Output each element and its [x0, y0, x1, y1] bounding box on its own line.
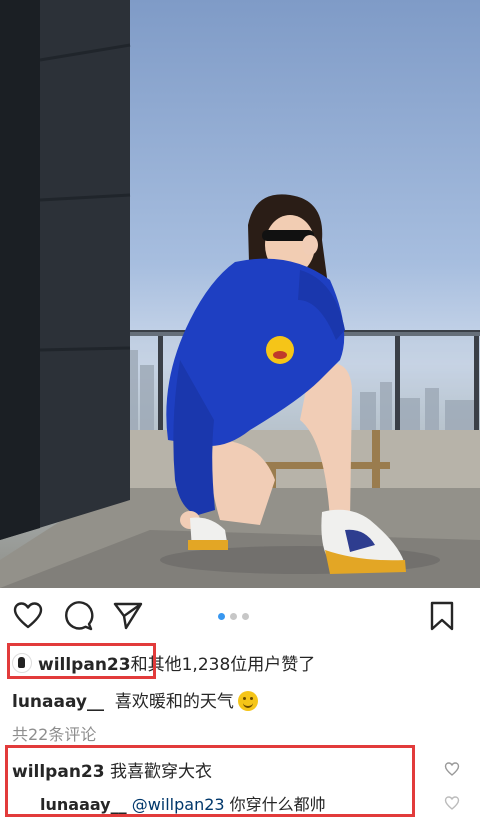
- caption-username[interactable]: lunaaay__: [12, 692, 104, 712]
- post-caption: lunaaay__ 喜欢暖和的天气: [12, 687, 258, 712]
- parapet-wall: [112, 430, 480, 490]
- send-icon[interactable]: [112, 600, 144, 632]
- comment-row: willpan23 我喜歡穿大衣: [12, 757, 212, 782]
- post-action-bar: [0, 596, 480, 636]
- liker-username[interactable]: willpan23: [38, 655, 131, 675]
- bookmark-icon[interactable]: [426, 600, 458, 632]
- smiling-emoji-icon: [237, 691, 258, 711]
- carousel-dot-active: [218, 613, 225, 620]
- photo-illustration: [0, 0, 480, 588]
- reply-like-heart-icon[interactable]: [444, 795, 460, 811]
- post-photo[interactable]: [0, 0, 480, 588]
- comment-icon[interactable]: [62, 600, 94, 632]
- reply-mention[interactable]: @willpan23: [132, 795, 225, 814]
- likes-summary[interactable]: willpan23和其他1,238位用户赞了: [12, 650, 316, 675]
- carousel-dot: [230, 613, 237, 620]
- reply-text: 你穿什么都帅: [229, 795, 326, 814]
- reply-username[interactable]: lunaaay__: [40, 795, 127, 814]
- carousel-dot: [242, 613, 249, 620]
- comment-text: 我喜歡穿大衣: [110, 762, 212, 782]
- caption-text: 喜欢暖和的天气: [114, 692, 234, 712]
- comment-username[interactable]: willpan23: [12, 762, 105, 782]
- heart-icon[interactable]: [12, 600, 44, 632]
- dark-pillar: [0, 0, 131, 540]
- view-all-comments-link[interactable]: 共22条评论: [12, 721, 96, 744]
- comment-like-heart-icon[interactable]: [444, 761, 460, 777]
- avatar[interactable]: [12, 653, 32, 673]
- comment-reply-row: lunaaay__ @willpan23 你穿什么都帅: [40, 791, 326, 815]
- likes-connector: 和: [130, 655, 148, 675]
- likes-count-text[interactable]: 其他1,238位用户赞了: [148, 655, 316, 675]
